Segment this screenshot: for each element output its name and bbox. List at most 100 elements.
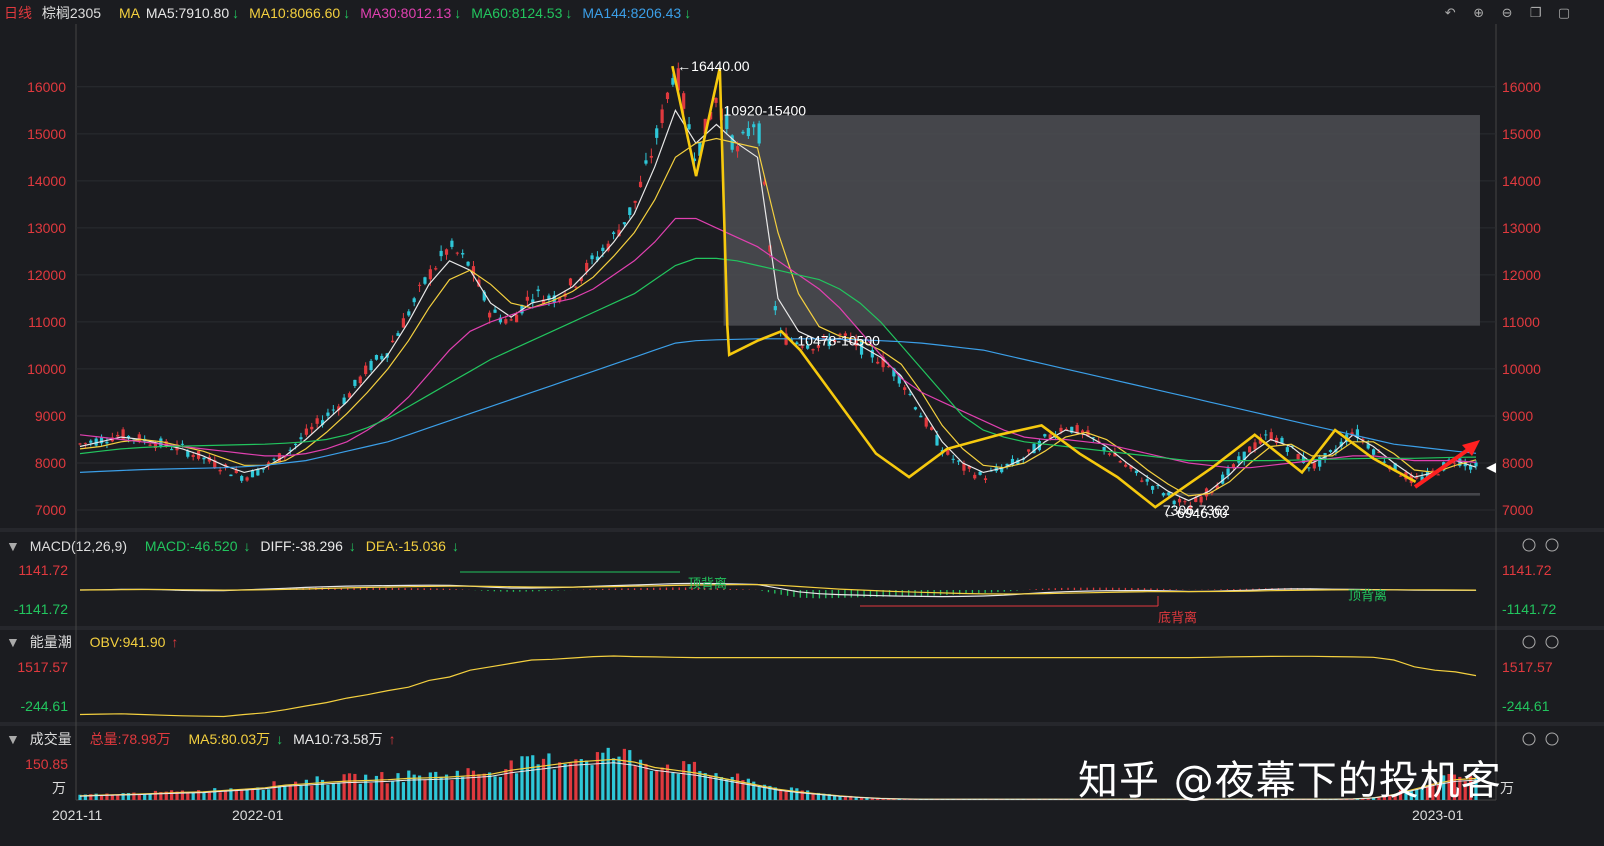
candle-body [638, 181, 643, 188]
volume-bar [326, 784, 330, 800]
volume-bar [563, 763, 567, 800]
volume-bar [380, 772, 384, 800]
volume-bar [218, 792, 222, 800]
volume-bar [207, 792, 211, 800]
candle-body [628, 207, 632, 215]
volume-bar [655, 770, 659, 800]
settings-icon [1545, 538, 1559, 552]
volume-bar [585, 760, 589, 800]
volume-bar [267, 789, 271, 800]
y-tick-label: 15000 [1502, 126, 1541, 142]
volume-bar [213, 788, 217, 800]
volume-bar [482, 773, 486, 800]
volume-bar [148, 794, 152, 800]
candle-body [660, 109, 664, 124]
candle-body [876, 361, 880, 364]
candle-body [811, 349, 815, 351]
y-tick-label: 150.85 [25, 756, 68, 772]
candle-body [714, 97, 718, 103]
volume-bar [644, 763, 648, 800]
panel-separator [0, 626, 1604, 630]
volume-bar [407, 770, 411, 800]
volume-bar [315, 776, 319, 800]
candle-body [293, 443, 298, 446]
candle-body [428, 269, 432, 280]
candle-body [1371, 449, 1376, 455]
candle-body [202, 457, 206, 460]
volume-bar [202, 792, 206, 800]
volume-bar [514, 773, 519, 800]
candle-body [757, 123, 761, 144]
volume-bar [568, 763, 573, 800]
candle-body [919, 415, 923, 418]
candle-body [369, 360, 373, 371]
candle-body [240, 475, 244, 481]
y-tick-label: 9000 [1502, 408, 1533, 424]
volume-bar [498, 777, 503, 800]
candle-body [568, 278, 573, 286]
candle-body [746, 128, 750, 137]
candle-body [655, 128, 659, 138]
candle-body [978, 471, 982, 475]
candle-body [310, 426, 314, 430]
candle-body [903, 387, 907, 390]
volume-bar [391, 780, 395, 800]
candle-body [1398, 475, 1403, 477]
volume-bar [304, 779, 308, 800]
volume-bar [590, 765, 594, 800]
volume-bar [746, 778, 750, 800]
volume-bar [143, 794, 147, 800]
candle-body [956, 460, 961, 462]
y-tick-label: -1141.72 [1502, 601, 1556, 617]
candle-body [973, 474, 977, 479]
volume-bar [358, 783, 362, 800]
candle-body [423, 277, 427, 284]
volume-bar [682, 761, 686, 800]
candle-body [913, 407, 918, 410]
candle-body [364, 365, 368, 375]
chart-canvas[interactable]: 16000 16000 15000 15000 14000 14000 13000 13000… [0, 0, 1604, 846]
volume-bar [687, 764, 691, 800]
volume-bar [757, 787, 761, 800]
candle-body [1328, 450, 1333, 452]
y-tick-label: 8000 [1502, 455, 1533, 471]
candle-body [218, 469, 222, 472]
volume-bar [396, 773, 400, 800]
candle-body [461, 253, 465, 255]
candle-body [1167, 492, 1171, 496]
y-tick-label: 15000 [27, 126, 66, 142]
volume-bar [725, 778, 729, 800]
candle-body [277, 453, 282, 463]
volume-bar [547, 753, 551, 800]
volume-bar [692, 761, 697, 800]
y-tick-label: 1141.72 [1502, 562, 1552, 578]
candle-body [504, 319, 508, 324]
y-tick-label: 10000 [1502, 361, 1541, 377]
y-tick-label: 1141.72 [18, 562, 68, 578]
y-tick-label: 11000 [1502, 314, 1540, 330]
settings-icon [1545, 732, 1559, 746]
volume-bar [288, 784, 292, 800]
candle-body [455, 252, 459, 254]
trend-arrow [1413, 445, 1474, 489]
candle-body [229, 474, 233, 477]
y-tick-label: 14000 [1502, 173, 1541, 189]
price-zone [723, 115, 1480, 326]
watermark: 知乎 @夜幕下的投机客 [1078, 758, 1502, 804]
divergence-label: 顶背离 [688, 576, 727, 592]
y-tick-label: 7000 [1502, 502, 1533, 518]
y-tick-label: 16000 [27, 79, 66, 95]
volume-bar [261, 790, 265, 800]
volume-bar [638, 759, 643, 800]
candle-body [1307, 467, 1311, 469]
candle-body [1253, 442, 1257, 450]
price-annotation: 10478-10500 [797, 333, 880, 349]
volume-bar [110, 795, 114, 800]
volume-bar [245, 789, 249, 800]
candle-body [1436, 474, 1440, 476]
candle-body [687, 124, 691, 130]
volume-bar [520, 756, 524, 800]
candle-body [1296, 454, 1300, 460]
volume-bar [622, 748, 626, 800]
y-tick-label: 7000 [35, 502, 66, 518]
